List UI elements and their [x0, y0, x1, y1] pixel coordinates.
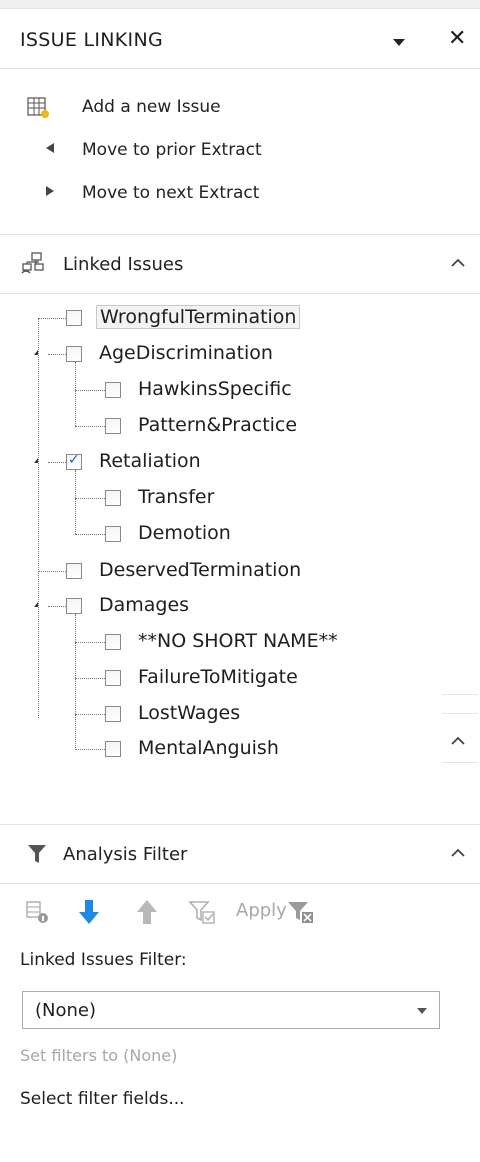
- tree-checkbox[interactable]: [105, 670, 121, 686]
- set-filters-none-link[interactable]: Set filters to (None): [20, 1046, 177, 1065]
- tree-connector: [75, 678, 105, 679]
- tree-node-label[interactable]: **NO SHORT NAME**: [135, 630, 341, 652]
- tree-connector: [75, 642, 105, 643]
- tree-checkbox[interactable]: [66, 598, 82, 614]
- tree-checkbox[interactable]: [66, 346, 82, 362]
- tree-connector: [75, 498, 105, 499]
- tree-node-label[interactable]: AgeDiscrimination: [96, 342, 276, 364]
- next-extract-button[interactable]: Move to next Extract: [24, 179, 284, 209]
- add-table-icon: [27, 97, 49, 118]
- linked-issues-filter-label: Linked Issues Filter:: [20, 950, 187, 970]
- panel-title: ISSUE LINKING: [20, 29, 163, 51]
- filter-info-icon[interactable]: [24, 898, 52, 926]
- filter-icon: [28, 845, 46, 863]
- tree-connector: [75, 614, 76, 748]
- tree-node-label[interactable]: DeservedTermination: [96, 559, 304, 581]
- tree-checkbox[interactable]: [105, 418, 121, 434]
- chevron-down-icon: [417, 1008, 427, 1014]
- filter-check-icon[interactable]: [188, 898, 218, 926]
- collapse-chevron-icon[interactable]: [450, 845, 466, 861]
- tree-connector: [75, 749, 105, 750]
- tree-connector: [38, 318, 39, 718]
- tree-checkbox[interactable]: [105, 490, 121, 506]
- next-extract-label: Move to next Extract: [82, 183, 260, 203]
- tree-connector: [48, 354, 66, 355]
- tree-connector: [75, 714, 105, 715]
- tree-connector: [38, 571, 66, 572]
- tree-node-label[interactable]: FailureToMitigate: [135, 666, 301, 688]
- tree-connector: [38, 318, 66, 319]
- filter-toolbar: Apply: [24, 896, 464, 930]
- tree-connector: [48, 606, 66, 607]
- expand-triangle-icon[interactable]: [34, 602, 38, 607]
- dropdown-arrow-icon[interactable]: [393, 39, 405, 46]
- add-issue-label: Add a new Issue: [82, 97, 221, 117]
- add-issue-button[interactable]: Add a new Issue: [24, 93, 284, 123]
- tree-node-label[interactable]: Pattern&Practice: [135, 414, 300, 436]
- tree-checkbox[interactable]: [66, 563, 82, 579]
- expand-triangle-icon[interactable]: [34, 458, 38, 463]
- scroll-up-chevron-icon[interactable]: [450, 733, 466, 749]
- arrow-left-icon: [46, 143, 54, 153]
- analysis-filter-header: Analysis Filter: [0, 824, 480, 884]
- collapse-chevron-icon[interactable]: [450, 255, 466, 271]
- linked-issues-tree: WrongfulTermination AgeDiscrimination Ha…: [0, 294, 480, 824]
- tree-connector: [75, 390, 105, 391]
- tree-checkbox[interactable]: [66, 310, 82, 326]
- scrollbar-track-line: [442, 762, 478, 763]
- linked-issues-header: Linked Issues: [0, 235, 480, 294]
- filter-clear-icon[interactable]: [286, 898, 316, 926]
- tree-node-label[interactable]: Damages: [96, 594, 192, 616]
- tree-checkbox[interactable]: [105, 741, 121, 757]
- expand-triangle-icon[interactable]: [34, 350, 38, 355]
- tree-connector: [75, 534, 105, 535]
- arrow-right-icon: [46, 186, 54, 196]
- tree-connector: [75, 470, 76, 534]
- analysis-filter-title: Analysis Filter: [63, 844, 188, 865]
- close-icon[interactable]: ✕: [448, 28, 466, 50]
- tree-connector: [48, 462, 66, 463]
- tree-connector: [75, 362, 76, 426]
- tree-node-label[interactable]: WrongfulTermination: [96, 305, 301, 329]
- arrow-up-icon[interactable]: [134, 898, 160, 926]
- scrollbar-track-line: [442, 713, 478, 714]
- tree-node-label[interactable]: MentalAnguish: [135, 737, 282, 759]
- apply-button[interactable]: Apply: [236, 900, 287, 921]
- prior-extract-button[interactable]: Move to prior Extract: [24, 136, 284, 166]
- prior-extract-label: Move to prior Extract: [82, 140, 262, 160]
- tree-node-label[interactable]: Demotion: [135, 522, 234, 544]
- tree-node-label[interactable]: HawkinsSpecific: [135, 378, 295, 400]
- tree-checkbox-checked[interactable]: [66, 452, 82, 470]
- actions-section: Add a new Issue Move to prior Extract Mo…: [0, 69, 480, 235]
- tree-node-label[interactable]: LostWages: [135, 702, 243, 724]
- panel-top-border: [0, 0, 480, 9]
- tree-checkbox[interactable]: [105, 526, 121, 542]
- arrow-down-icon[interactable]: [76, 898, 102, 926]
- tree-node-label[interactable]: Transfer: [135, 486, 217, 508]
- select-filter-fields-link[interactable]: Select filter fields...: [20, 1089, 185, 1109]
- select-value: (None): [35, 1000, 97, 1021]
- tree-checkbox[interactable]: [105, 382, 121, 398]
- link-tree-icon: [21, 252, 44, 274]
- panel-header: ISSUE LINKING ✕: [0, 10, 480, 69]
- scrollbar-track-line: [442, 694, 478, 695]
- tree-checkbox[interactable]: [105, 706, 121, 722]
- tree-checkbox[interactable]: [105, 634, 121, 650]
- linked-issues-title: Linked Issues: [63, 254, 184, 275]
- tree-node-label[interactable]: Retaliation: [96, 450, 204, 472]
- tree-connector: [75, 426, 105, 427]
- linked-issues-filter-select[interactable]: (None): [22, 991, 440, 1029]
